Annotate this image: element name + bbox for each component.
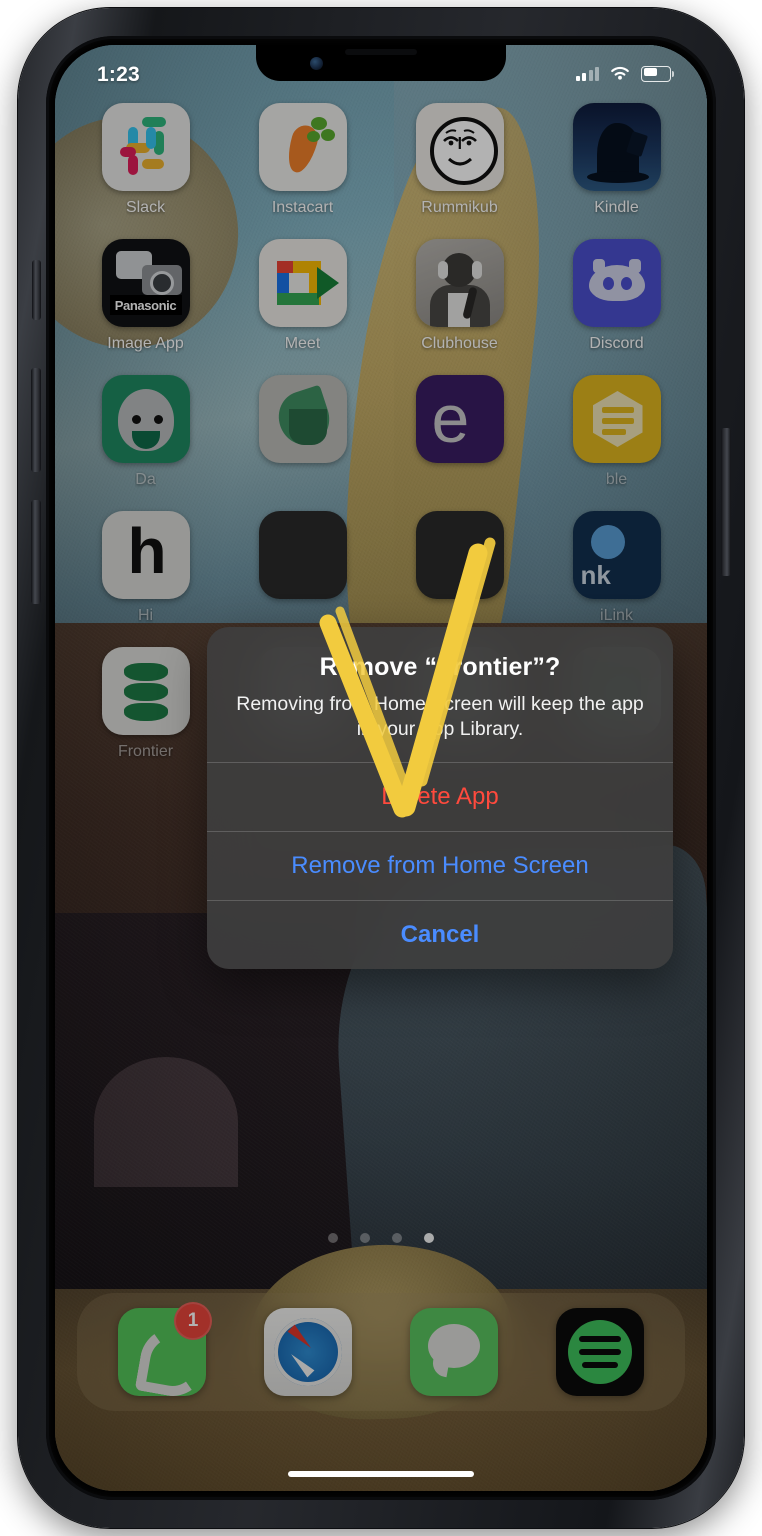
battery-icon (641, 65, 674, 82)
phone-screen: 1:23 Slack Instacart Rummikub Kindle Pan… (55, 45, 707, 1491)
alert-message: Removing from Home Screen will keep the … (236, 693, 644, 740)
notch (256, 45, 506, 81)
status-bar-time: 1:23 (97, 63, 140, 86)
signal-bars-icon (575, 66, 599, 81)
volume-down-button[interactable] (31, 500, 41, 604)
screenshot-stage: 1:23 Slack Instacart Rummikub Kindle Pan… (0, 0, 762, 1536)
alert-header: Remove “Frontier”? Removing from Home Sc… (207, 627, 673, 762)
power-button[interactable] (721, 428, 731, 576)
front-camera-icon (310, 57, 323, 70)
remove-app-alert: Remove “Frontier”? Removing from Home Sc… (207, 627, 673, 969)
wifi-icon (611, 66, 629, 80)
home-indicator[interactable] (288, 1471, 474, 1477)
mute-switch-button[interactable] (32, 260, 41, 320)
delete-app-button[interactable]: Delete App (207, 763, 673, 831)
cancel-button[interactable]: Cancel (207, 901, 673, 969)
earpiece-speaker (345, 49, 417, 55)
remove-from-home-screen-button[interactable]: Remove from Home Screen (207, 832, 673, 900)
volume-up-button[interactable] (31, 368, 41, 472)
phone-frame: 1:23 Slack Instacart Rummikub Kindle Pan… (18, 8, 744, 1528)
alert-title: Remove “Frontier”? (319, 653, 561, 681)
